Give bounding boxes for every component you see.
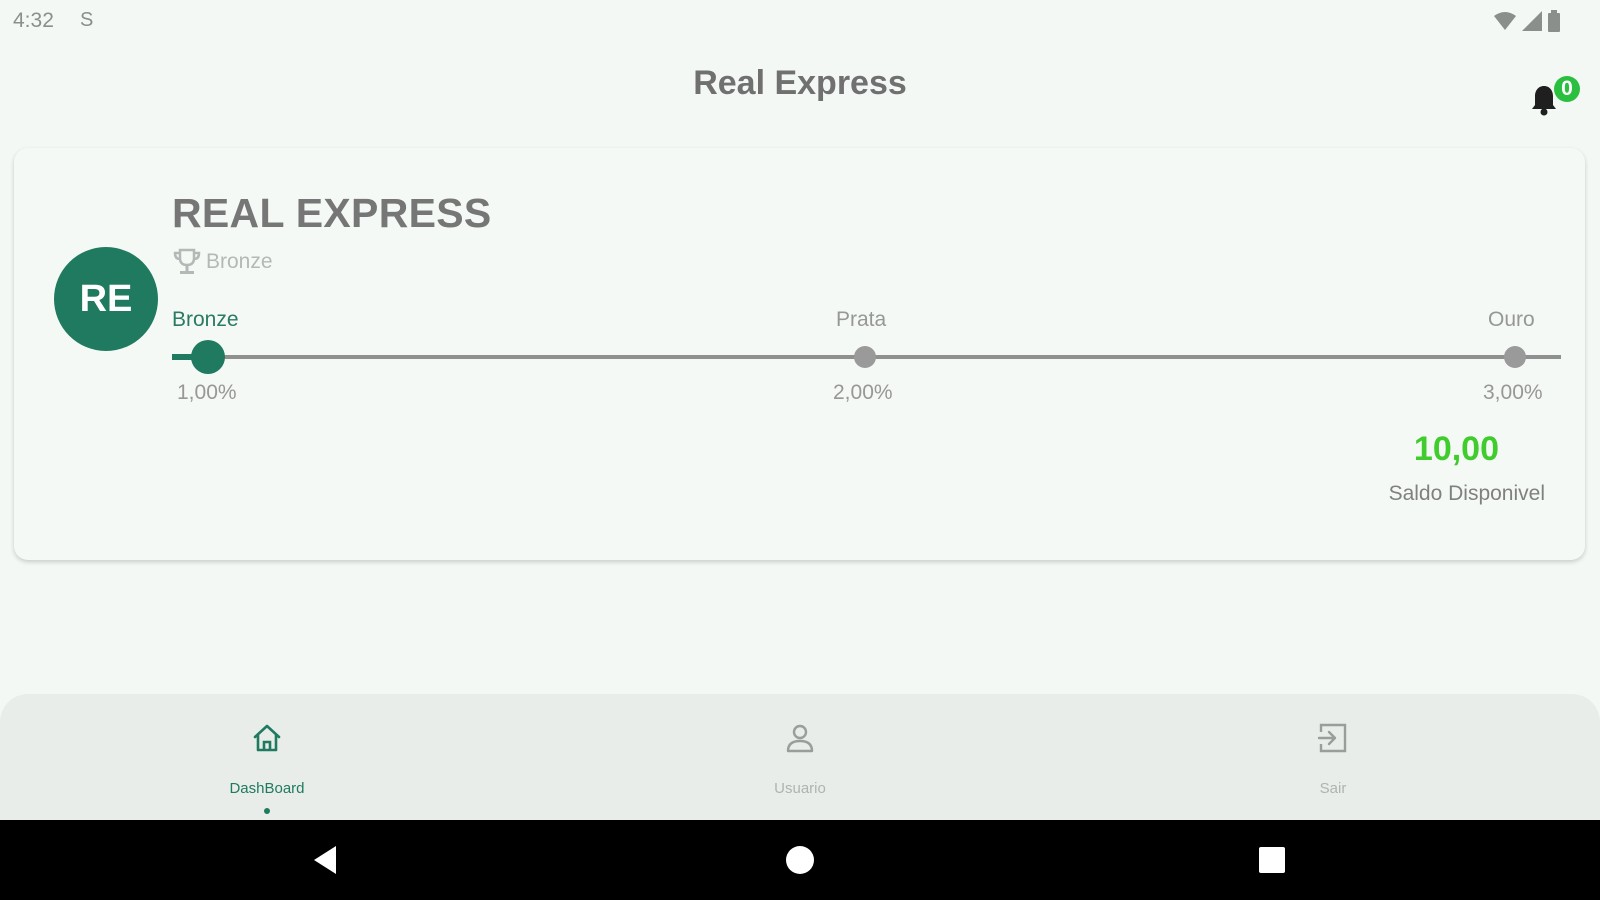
nav-active-indicator xyxy=(264,808,270,814)
s-notification-icon: S xyxy=(80,9,94,31)
level-label-prata: Prata xyxy=(836,308,887,331)
tier-row: Bronze xyxy=(172,248,273,276)
nav-label-usuario: Usuario xyxy=(774,780,826,797)
level-label-bronze: Bronze xyxy=(172,308,239,331)
logout-icon xyxy=(1317,723,1347,753)
level-label-ouro: Ouro xyxy=(1488,308,1535,331)
trophy-icon xyxy=(173,248,201,274)
home-icon xyxy=(253,724,281,752)
back-icon[interactable] xyxy=(306,840,346,880)
recents-icon[interactable] xyxy=(1252,840,1292,880)
signal-icon xyxy=(1522,11,1542,31)
user-icon xyxy=(786,724,814,753)
level-rate-bronze: 1,00% xyxy=(177,381,237,404)
notification-badge: 0 xyxy=(1554,76,1580,102)
level-rate-ouro: 3,00% xyxy=(1483,381,1543,404)
balance-label: Saldo Disponivel xyxy=(1388,482,1545,505)
balance-value: 10,00 xyxy=(1413,430,1499,468)
level-marker-ouro xyxy=(1504,346,1526,368)
level-marker-bronze xyxy=(191,340,225,374)
status-time: 4:32 xyxy=(13,9,54,32)
notification-button[interactable]: 0 xyxy=(1530,76,1590,122)
bottom-nav: DashBoard Usuario Sair xyxy=(0,694,1600,820)
level-rate-prata: 2,00% xyxy=(833,381,893,404)
nav-label-dashboard: DashBoard xyxy=(229,780,305,797)
home-circle-icon[interactable] xyxy=(780,840,820,880)
nav-label-sair: Sair xyxy=(1319,780,1347,797)
avatar: RE xyxy=(54,247,158,351)
nav-item-usuario[interactable]: Usuario xyxy=(700,694,900,820)
tier-label: Bronze xyxy=(206,250,273,273)
status-bar: 4:32 S xyxy=(0,0,1600,44)
wifi-icon xyxy=(1494,12,1516,30)
nav-item-sair[interactable]: Sair xyxy=(1233,694,1433,820)
level-marker-prata xyxy=(854,346,876,368)
company-name: REAL EXPRESS xyxy=(172,190,492,236)
system-nav-bar xyxy=(0,820,1600,900)
app-title: Real Express xyxy=(693,64,907,102)
nav-item-dashboard[interactable]: DashBoard xyxy=(167,694,367,820)
profile-card: RE REAL EXPRESS Bronze Bronze Prata Ouro… xyxy=(14,148,1585,560)
status-icons xyxy=(1494,10,1560,32)
battery-icon xyxy=(1548,10,1560,32)
